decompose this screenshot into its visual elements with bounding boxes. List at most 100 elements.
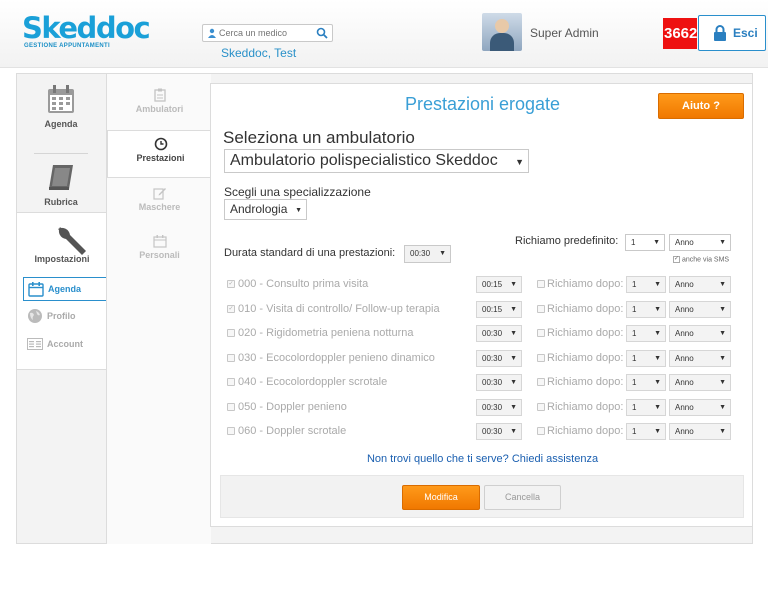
skeddoc-logo[interactable]: Skeddoc GESTIONE APPUNTAMENTI — [22, 12, 151, 58]
richiamo-checkbox[interactable] — [537, 378, 545, 386]
assistance-link[interactable]: Non trovi quello che ti serve? Chiedi as… — [211, 453, 754, 465]
prestazione-richiamo-num-select[interactable]: 1 ▼ — [626, 301, 666, 318]
prestazione-checkbox[interactable] — [227, 329, 235, 337]
richiamo-checkbox[interactable] — [537, 354, 545, 362]
prestazione-richiamo-unit-select[interactable]: Anno ▼ — [669, 350, 731, 367]
prestazione-name: 040 - Ecocolordoppler scrotale — [238, 376, 388, 388]
ambulatorio-select[interactable]: Ambulatorio polispecialistico Skeddoc ▼ — [224, 149, 529, 173]
doctor-search[interactable] — [202, 24, 333, 42]
chevron-down-icon: ▼ — [439, 250, 446, 257]
chevron-down-icon: ▼ — [654, 306, 661, 313]
prestazione-richiamo-num-select[interactable]: 1 ▼ — [626, 374, 666, 391]
globe-icon — [28, 309, 42, 323]
subnav-account[interactable]: Account — [23, 333, 107, 357]
subnav-profilo[interactable]: Profilo — [23, 305, 107, 329]
logout-button[interactable]: Esci — [698, 15, 766, 51]
nav-impostazioni[interactable]: Impostazioni Agenda Profilo Account — [16, 212, 107, 370]
prestazione-row: 040 - Ecocolordoppler scrotale 00:30 ▼ Rich… — [224, 374, 744, 394]
cancella-button[interactable]: Cancella — [484, 485, 561, 510]
nav-agenda[interactable]: Agenda — [16, 83, 106, 143]
richiamo-num-select[interactable]: 1 ▼ — [625, 234, 665, 251]
lock-icon — [714, 25, 726, 41]
clock-icon — [154, 137, 167, 151]
richiamo-checkbox[interactable] — [537, 427, 545, 435]
prestazione-checkbox[interactable] — [227, 378, 235, 386]
nav-rubrica-label: Rubrica — [44, 197, 78, 207]
durata-value: 00:30 — [410, 249, 431, 258]
tab-ambulatori[interactable]: Ambulatori — [107, 82, 212, 130]
prestazione-richiamo-unit-select[interactable]: Anno ▼ — [669, 374, 731, 391]
prestazione-richiamo-unit-select[interactable]: Anno ▼ — [669, 325, 731, 342]
prestazione-richiamo-unit-select[interactable]: Anno ▼ — [669, 423, 731, 440]
chevron-down-icon: ▼ — [719, 306, 726, 313]
chevron-down-icon: ▼ — [510, 404, 517, 411]
prestazione-duration-select[interactable]: 00:30 ▼ — [476, 423, 522, 440]
calendar-icon — [48, 85, 74, 113]
richiamo-checkbox[interactable] — [537, 403, 545, 411]
prestazione-checkbox[interactable] — [227, 403, 235, 411]
richiamo-unit-value: Anno — [675, 329, 694, 338]
prestazione-checkbox[interactable] — [227, 427, 235, 435]
chevron-down-icon: ▼ — [295, 207, 302, 214]
durata-select[interactable]: 00:30 ▼ — [404, 245, 451, 263]
richiamo-unit-value: Anno — [675, 427, 694, 436]
notification-badge[interactable]: 3662 — [663, 18, 697, 49]
chevron-down-icon: ▼ — [653, 239, 660, 246]
selected-doctor[interactable]: Skeddoc, Test — [221, 46, 296, 60]
prestazione-richiamo-num-select[interactable]: 1 ▼ — [626, 423, 666, 440]
subnav-agenda[interactable]: Agenda — [23, 277, 107, 301]
sms-checkbox[interactable]: ✓ — [673, 256, 680, 263]
duration-value: 00:15 — [482, 280, 503, 289]
modifica-button[interactable]: Modifica — [402, 485, 480, 510]
chevron-down-icon: ▼ — [719, 281, 726, 288]
help-button[interactable]: Aiuto ? — [658, 93, 744, 119]
richiamo-checkbox[interactable] — [537, 305, 545, 313]
tab-maschere[interactable]: Maschere — [107, 180, 212, 228]
chevron-down-icon: ▼ — [719, 404, 726, 411]
user-name[interactable]: Super Admin — [530, 26, 599, 40]
search-icon[interactable] — [316, 27, 328, 39]
richiamo-label: Richiamo predefinito: — [515, 235, 619, 247]
prestazione-row: 030 - Ecocolordoppler penieno dinamico 00… — [224, 350, 744, 370]
prestazione-checkbox[interactable]: ✓ — [227, 280, 235, 288]
avatar[interactable] — [482, 13, 522, 51]
prestazione-checkbox[interactable] — [227, 354, 235, 362]
prestazione-duration-select[interactable]: 00:15 ▼ — [476, 276, 522, 293]
prestazione-richiamo-num-select[interactable]: 1 ▼ — [626, 350, 666, 367]
richiamo-checkbox[interactable] — [537, 280, 545, 288]
prestazione-duration-select[interactable]: 00:30 ▼ — [476, 350, 522, 367]
prestazione-richiamo-num-select[interactable]: 1 ▼ — [626, 399, 666, 416]
sms-option[interactable]: ✓ anche via SMS — [673, 256, 729, 263]
chevron-down-icon: ▼ — [510, 428, 517, 435]
prestazione-duration-select[interactable]: 00:30 ▼ — [476, 399, 522, 416]
richiamo-unit-select[interactable]: Anno ▼ — [669, 234, 731, 251]
richiamo-num-value: 1 — [632, 305, 637, 314]
richiamo-num-value: 1 — [632, 427, 637, 436]
prestazione-name: 030 - Ecocolordoppler penieno dinamico — [238, 352, 435, 364]
prestazione-richiamo-num-select[interactable]: 1 ▼ — [626, 325, 666, 342]
prestazione-richiamo-unit-select[interactable]: Anno ▼ — [669, 399, 731, 416]
subnav-label: Agenda — [48, 284, 82, 294]
prestazione-richiamo-unit-select[interactable]: Anno ▼ — [669, 301, 731, 318]
prestazione-richiamo-unit-select[interactable]: Anno ▼ — [669, 276, 731, 293]
richiamo-unit-value: Anno — [675, 403, 694, 412]
calendar-icon — [152, 235, 167, 248]
prestazione-richiamo-num-select[interactable]: 1 ▼ — [626, 276, 666, 293]
richiamo-dopo-label: Richiamo dopo: — [547, 425, 624, 437]
chevron-down-icon: ▼ — [719, 428, 726, 435]
search-input[interactable] — [219, 26, 315, 40]
richiamo-unit-value: Anno — [675, 354, 694, 363]
prestazione-duration-select[interactable]: 00:30 ▼ — [476, 325, 522, 342]
prestazione-checkbox[interactable]: ✓ — [227, 305, 235, 313]
tab-prestazioni[interactable]: Prestazioni — [107, 130, 213, 178]
nav-rubrica[interactable]: Rubrica — [16, 155, 106, 215]
tab-personali[interactable]: Personali — [107, 228, 212, 276]
prestazione-duration-select[interactable]: 00:30 ▼ — [476, 374, 522, 391]
tab-label: Ambulatori — [135, 104, 184, 114]
ambulatorio-heading: Seleziona un ambulatorio — [223, 128, 415, 147]
specializzazione-select[interactable]: Andrologia ▼ — [224, 199, 307, 220]
chevron-down-icon: ▼ — [654, 379, 661, 386]
sms-label: anche via SMS — [682, 256, 730, 264]
prestazione-duration-select[interactable]: 00:15 ▼ — [476, 301, 522, 318]
richiamo-checkbox[interactable] — [537, 329, 545, 337]
